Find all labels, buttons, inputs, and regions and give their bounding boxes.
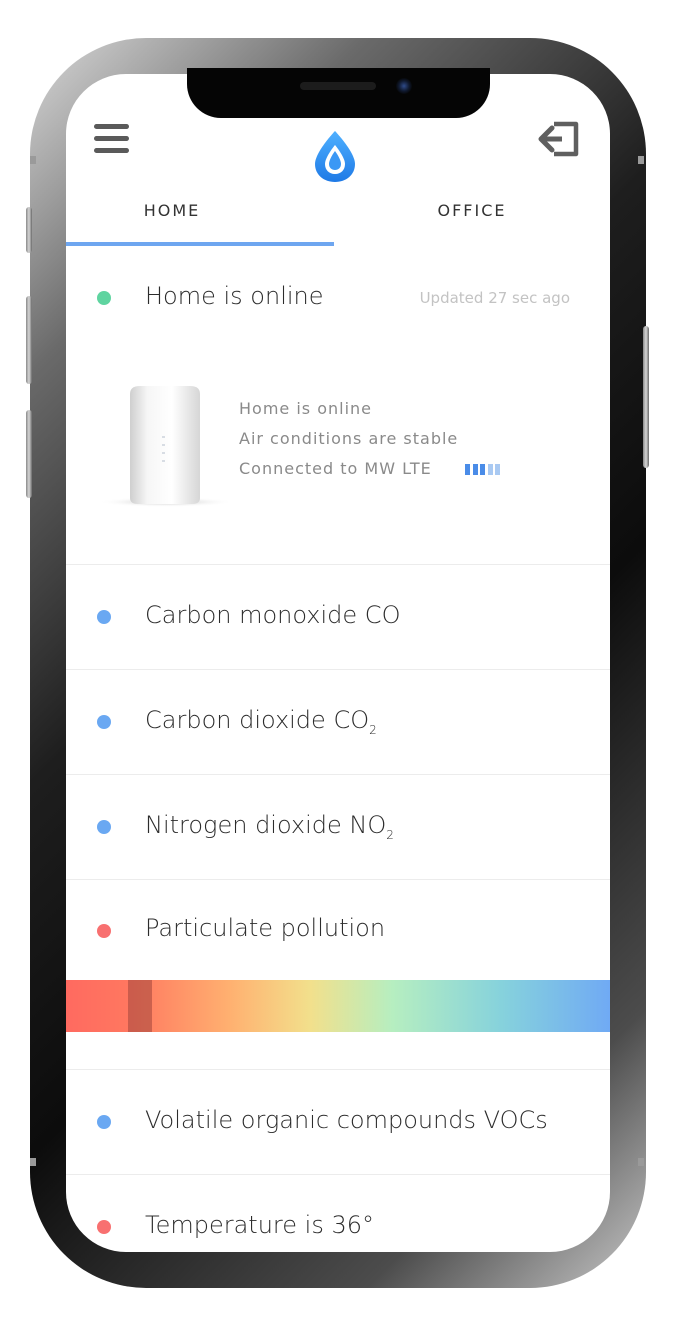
air-monitor-device-image <box>98 386 234 507</box>
list-item-temperature[interactable]: Temperature is 36° <box>66 1174 610 1252</box>
status-title: Home is online <box>145 282 324 310</box>
signal-bar <box>465 464 470 475</box>
signal-bar <box>495 464 500 475</box>
tab-office[interactable]: OFFICE <box>336 192 608 242</box>
phone-notch <box>187 68 490 118</box>
sensor-status-dot <box>97 924 111 938</box>
active-tab-indicator <box>66 242 334 246</box>
tab-home[interactable]: HOME <box>66 192 308 242</box>
last-updated-text: Updated 27 sec ago <box>419 289 570 307</box>
sensor-status-dot <box>97 1220 111 1234</box>
online-status-dot <box>97 291 111 305</box>
earpiece-speaker <box>300 82 376 90</box>
device-card: Home is online Air conditions are stable… <box>66 364 610 564</box>
device-status-line: Home is online <box>239 399 373 418</box>
signal-bar <box>487 464 493 475</box>
sensor-label: Volatile organic compounds VOCs <box>145 1106 548 1134</box>
antenna-line <box>30 156 36 164</box>
volume-up-button <box>26 296 32 384</box>
signal-bar <box>472 464 478 475</box>
list-item-vocs[interactable]: Volatile organic compounds VOCs <box>66 1069 610 1174</box>
list-item-particulate-pollution[interactable]: Particulate pollution <box>66 879 610 979</box>
air-conditions-line: Air conditions are stable <box>239 429 459 448</box>
pollution-level-marker <box>128 980 152 1032</box>
sensor-label: Particulate pollution <box>145 914 386 942</box>
power-button <box>643 326 649 468</box>
hamburger-menu-icon[interactable] <box>92 122 130 156</box>
antenna-line <box>638 156 644 164</box>
front-camera <box>396 78 412 94</box>
signal-strength-icon <box>465 464 505 476</box>
sensor-status-dot <box>97 1115 111 1129</box>
location-tabs: HOME OFFICE <box>66 192 610 248</box>
list-item-carbon-monoxide[interactable]: Carbon monoxide CO <box>66 564 610 669</box>
antenna-line <box>30 1158 36 1166</box>
pollution-scale-bar <box>66 980 610 1032</box>
connection-line: Connected to MW LTE <box>239 459 432 478</box>
app-screen: HOME OFFICE Home is online Updated 27 se… <box>66 74 610 1252</box>
logout-icon[interactable] <box>538 120 580 158</box>
list-item-carbon-dioxide[interactable]: Carbon dioxide CO2 <box>66 669 610 774</box>
volume-down-button <box>26 410 32 498</box>
sensor-status-dot <box>97 610 111 624</box>
sensor-status-dot <box>97 820 111 834</box>
list-item-nitrogen-dioxide[interactable]: Nitrogen dioxide NO2 <box>66 774 610 879</box>
water-drop-icon <box>315 131 355 182</box>
sensor-label: Carbon dioxide CO2 <box>145 706 377 737</box>
status-row: Home is online Updated 27 sec ago <box>66 270 610 330</box>
signal-bar <box>480 464 485 475</box>
mute-switch <box>26 207 32 253</box>
antenna-line <box>638 1158 644 1166</box>
sensor-label: Carbon monoxide CO <box>145 601 401 629</box>
sensor-label: Temperature is 36° <box>145 1211 374 1239</box>
sensor-status-dot <box>97 715 111 729</box>
sensor-label: Nitrogen dioxide NO2 <box>145 811 394 842</box>
